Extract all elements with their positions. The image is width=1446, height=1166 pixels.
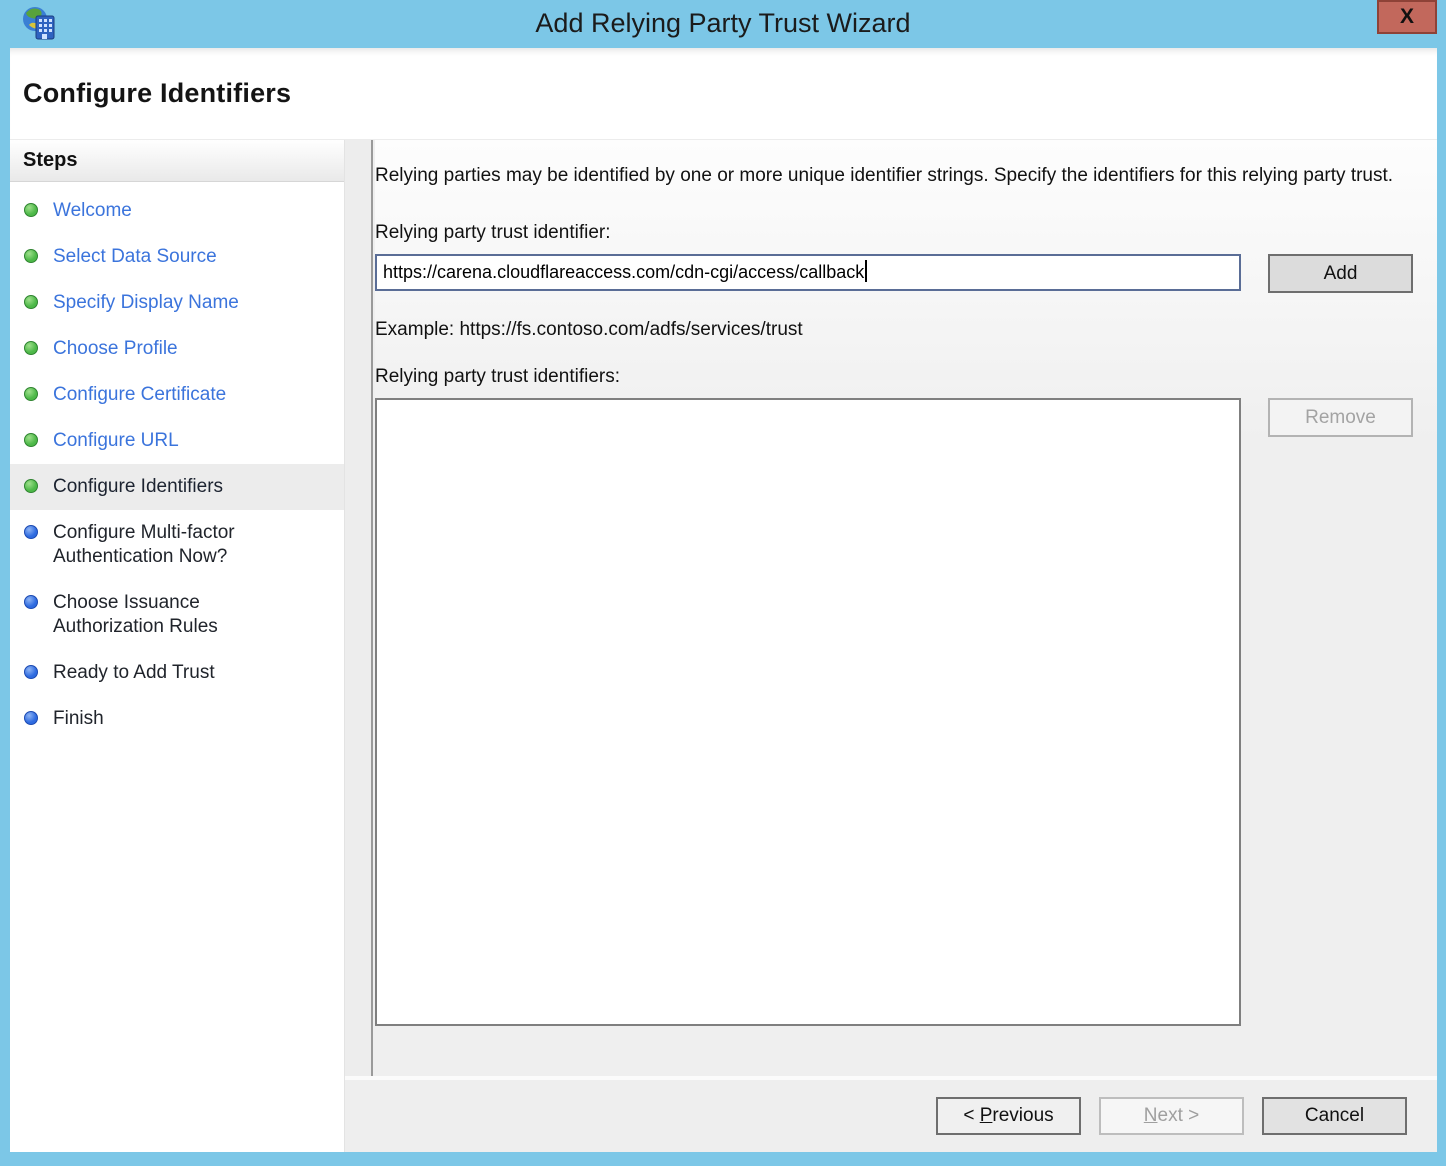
step-pending-icon (24, 711, 38, 725)
sidebar-item-configure-multi-factor-authentication-now: Configure Multi-factor Authentication No… (10, 510, 344, 580)
step-done-icon (24, 203, 38, 217)
step-label: Configure URL (53, 429, 293, 453)
example-text: Example: https://fs.contoso.com/adfs/ser… (375, 319, 1413, 341)
step-label: Select Data Source (53, 245, 293, 269)
step-label: Ready to Add Trust (53, 661, 293, 685)
page-header: Configure Identifiers (10, 48, 1437, 140)
step-label: Choose Issuance Authorization Rules (53, 591, 293, 639)
wizard-footer: < Previous Next > Cancel (345, 1076, 1437, 1152)
page-description: Relying parties may be identified by one… (375, 162, 1400, 189)
sidebar-item-configure-certificate[interactable]: Configure Certificate (10, 372, 344, 418)
identifier-label: Relying party trust identifier: (375, 222, 1413, 244)
sidebar-item-configure-url[interactable]: Configure URL (10, 418, 344, 464)
remove-button[interactable]: Remove (1268, 398, 1413, 437)
identifier-input[interactable]: https://carena.cloudflareaccess.com/cdn-… (375, 254, 1241, 291)
step-label: Configure Certificate (53, 383, 293, 407)
sidebar-item-finish: Finish (10, 696, 344, 742)
sidebar-item-choose-profile[interactable]: Choose Profile (10, 326, 344, 372)
sidebar-item-choose-issuance-authorization-rules: Choose Issuance Authorization Rules (10, 580, 344, 650)
sidebar-item-specify-display-name[interactable]: Specify Display Name (10, 280, 344, 326)
close-button[interactable]: X (1377, 0, 1437, 34)
text-cursor (865, 260, 867, 282)
title-bar: Add Relying Party Trust Wizard X (0, 0, 1446, 48)
sidebar-item-configure-identifiers: Configure Identifiers (10, 464, 344, 510)
step-label: Finish (53, 707, 293, 731)
previous-button[interactable]: < Previous (936, 1097, 1081, 1135)
page-title: Configure Identifiers (10, 48, 1437, 109)
configure-identifiers-page: Relying parties may be identified by one… (375, 140, 1437, 1076)
next-button[interactable]: Next > (1099, 1097, 1244, 1135)
steps-heading: Steps (10, 140, 344, 182)
identifiers-list-label: Relying party trust identifiers: (375, 366, 1413, 388)
identifiers-listbox[interactable] (375, 398, 1241, 1026)
step-done-icon (24, 295, 38, 309)
step-done-icon (24, 433, 38, 447)
step-done-icon (24, 249, 38, 263)
step-done-icon (24, 479, 38, 493)
step-label: Specify Display Name (53, 291, 293, 315)
step-label: Welcome (53, 199, 293, 223)
window-title: Add Relying Party Trust Wizard (0, 0, 1446, 48)
step-label: Configure Multi-factor Authentication No… (53, 521, 293, 569)
step-pending-icon (24, 665, 38, 679)
sidebar-item-select-data-source[interactable]: Select Data Source (10, 234, 344, 280)
step-done-icon (24, 341, 38, 355)
step-pending-icon (24, 595, 38, 609)
identifier-input-value: https://carena.cloudflareaccess.com/cdn-… (383, 262, 864, 282)
wizard-window: Add Relying Party Trust Wizard X Configu… (0, 0, 1446, 1166)
pane-divider (345, 140, 373, 1080)
sidebar-item-ready-to-add-trust: Ready to Add Trust (10, 650, 344, 696)
wizard-body: Steps Welcome Select Data Source Specify D… (10, 140, 1437, 1152)
sidebar-item-welcome[interactable]: Welcome (10, 188, 344, 234)
wizard-panel: Configure Identifiers Steps Welcome Selec… (10, 48, 1437, 1152)
step-label: Choose Profile (53, 337, 293, 361)
content-pane: Relying parties may be identified by one… (345, 140, 1437, 1152)
steps-sidebar: Steps Welcome Select Data Source Specify D… (10, 140, 345, 1152)
step-pending-icon (24, 525, 38, 539)
step-done-icon (24, 387, 38, 401)
cancel-button[interactable]: Cancel (1262, 1097, 1407, 1135)
steps-list: Welcome Select Data Source Specify Display… (10, 188, 344, 742)
step-label: Configure Identifiers (53, 475, 293, 499)
add-button[interactable]: Add (1268, 254, 1413, 293)
